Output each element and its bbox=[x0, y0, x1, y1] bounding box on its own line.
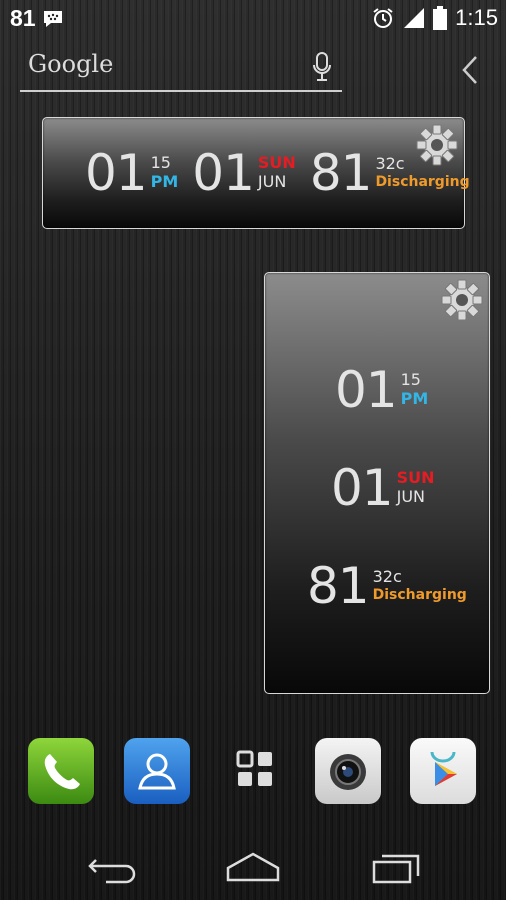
recents-icon[interactable] bbox=[370, 848, 422, 888]
google-search-bar[interactable]: Google bbox=[20, 48, 342, 92]
status-left: 81 bbox=[10, 5, 64, 32]
back-icon[interactable] bbox=[86, 848, 140, 888]
google-logo: Google bbox=[28, 50, 114, 78]
clock-ampm: PM bbox=[150, 172, 179, 191]
status-time: 1:15 bbox=[455, 5, 498, 30]
clock-minute: 15 bbox=[150, 153, 171, 173]
date-day: 01 bbox=[331, 459, 394, 517]
clock-minute: 15 bbox=[400, 370, 421, 390]
date-month: JUN bbox=[396, 487, 426, 506]
battery-level: 81 bbox=[309, 144, 373, 202]
clock-hour: 01 bbox=[85, 144, 148, 202]
widget-row: 01 15 PM 01 SUN JUN 81 32c Discharging bbox=[85, 148, 470, 198]
bbm-chat-icon bbox=[43, 10, 62, 27]
battery-status: Discharging bbox=[375, 174, 470, 191]
date-weekday: SUN bbox=[396, 468, 435, 488]
signal-icon bbox=[404, 8, 425, 28]
status-right: 1:15 bbox=[371, 5, 498, 31]
clock-widget-vertical[interactable]: 01 15 PM 01 SUN JUN 81 32c Discharging bbox=[264, 272, 490, 694]
date-month: JUN bbox=[257, 172, 287, 191]
status-bar: 81 1:15 bbox=[0, 0, 506, 36]
battery-suffix: 32c Discharging bbox=[375, 154, 470, 191]
clock-ampm: PM bbox=[400, 389, 429, 408]
date-row: 01 SUN JUN bbox=[331, 463, 435, 513]
chevron-left-icon[interactable] bbox=[460, 54, 480, 86]
phone-icon[interactable] bbox=[28, 738, 94, 804]
camera-lens-icon bbox=[330, 754, 366, 790]
date-suffix: SUN JUN bbox=[257, 153, 296, 191]
phone-handset-icon bbox=[44, 754, 80, 790]
battery-status: Discharging bbox=[372, 587, 467, 604]
time-suffix: 15 PM bbox=[400, 370, 429, 408]
battery-temperature: 32c bbox=[372, 567, 402, 587]
time-row: 01 15 PM bbox=[335, 365, 428, 415]
clock-hour: 01 bbox=[335, 361, 398, 419]
battery-row: 81 32c Discharging bbox=[307, 561, 467, 611]
date-day: 01 bbox=[192, 144, 255, 202]
person-icon bbox=[138, 753, 176, 790]
home-icon[interactable] bbox=[224, 848, 282, 888]
grid-icon bbox=[236, 750, 272, 786]
play-bag-icon bbox=[430, 751, 457, 786]
camera-icon[interactable] bbox=[315, 738, 381, 804]
date-weekday: SUN bbox=[257, 153, 296, 173]
notification-count: 81 bbox=[10, 5, 36, 31]
alarm-icon bbox=[373, 8, 393, 28]
play-store-icon[interactable] bbox=[410, 738, 476, 804]
mic-icon[interactable] bbox=[312, 52, 332, 82]
contacts-icon[interactable] bbox=[124, 738, 190, 804]
app-drawer-icon[interactable] bbox=[222, 738, 288, 804]
time-suffix: 15 PM bbox=[150, 153, 179, 191]
gear-icon[interactable] bbox=[441, 279, 483, 321]
battery-suffix: 32c Discharging bbox=[372, 567, 467, 604]
clock-widget-horizontal[interactable]: 01 15 PM 01 SUN JUN 81 32c Discharging bbox=[42, 117, 470, 229]
battery-icon bbox=[433, 6, 448, 30]
battery-temperature: 32c bbox=[375, 154, 405, 174]
battery-level: 81 bbox=[307, 557, 370, 615]
date-suffix: SUN JUN bbox=[396, 468, 435, 506]
